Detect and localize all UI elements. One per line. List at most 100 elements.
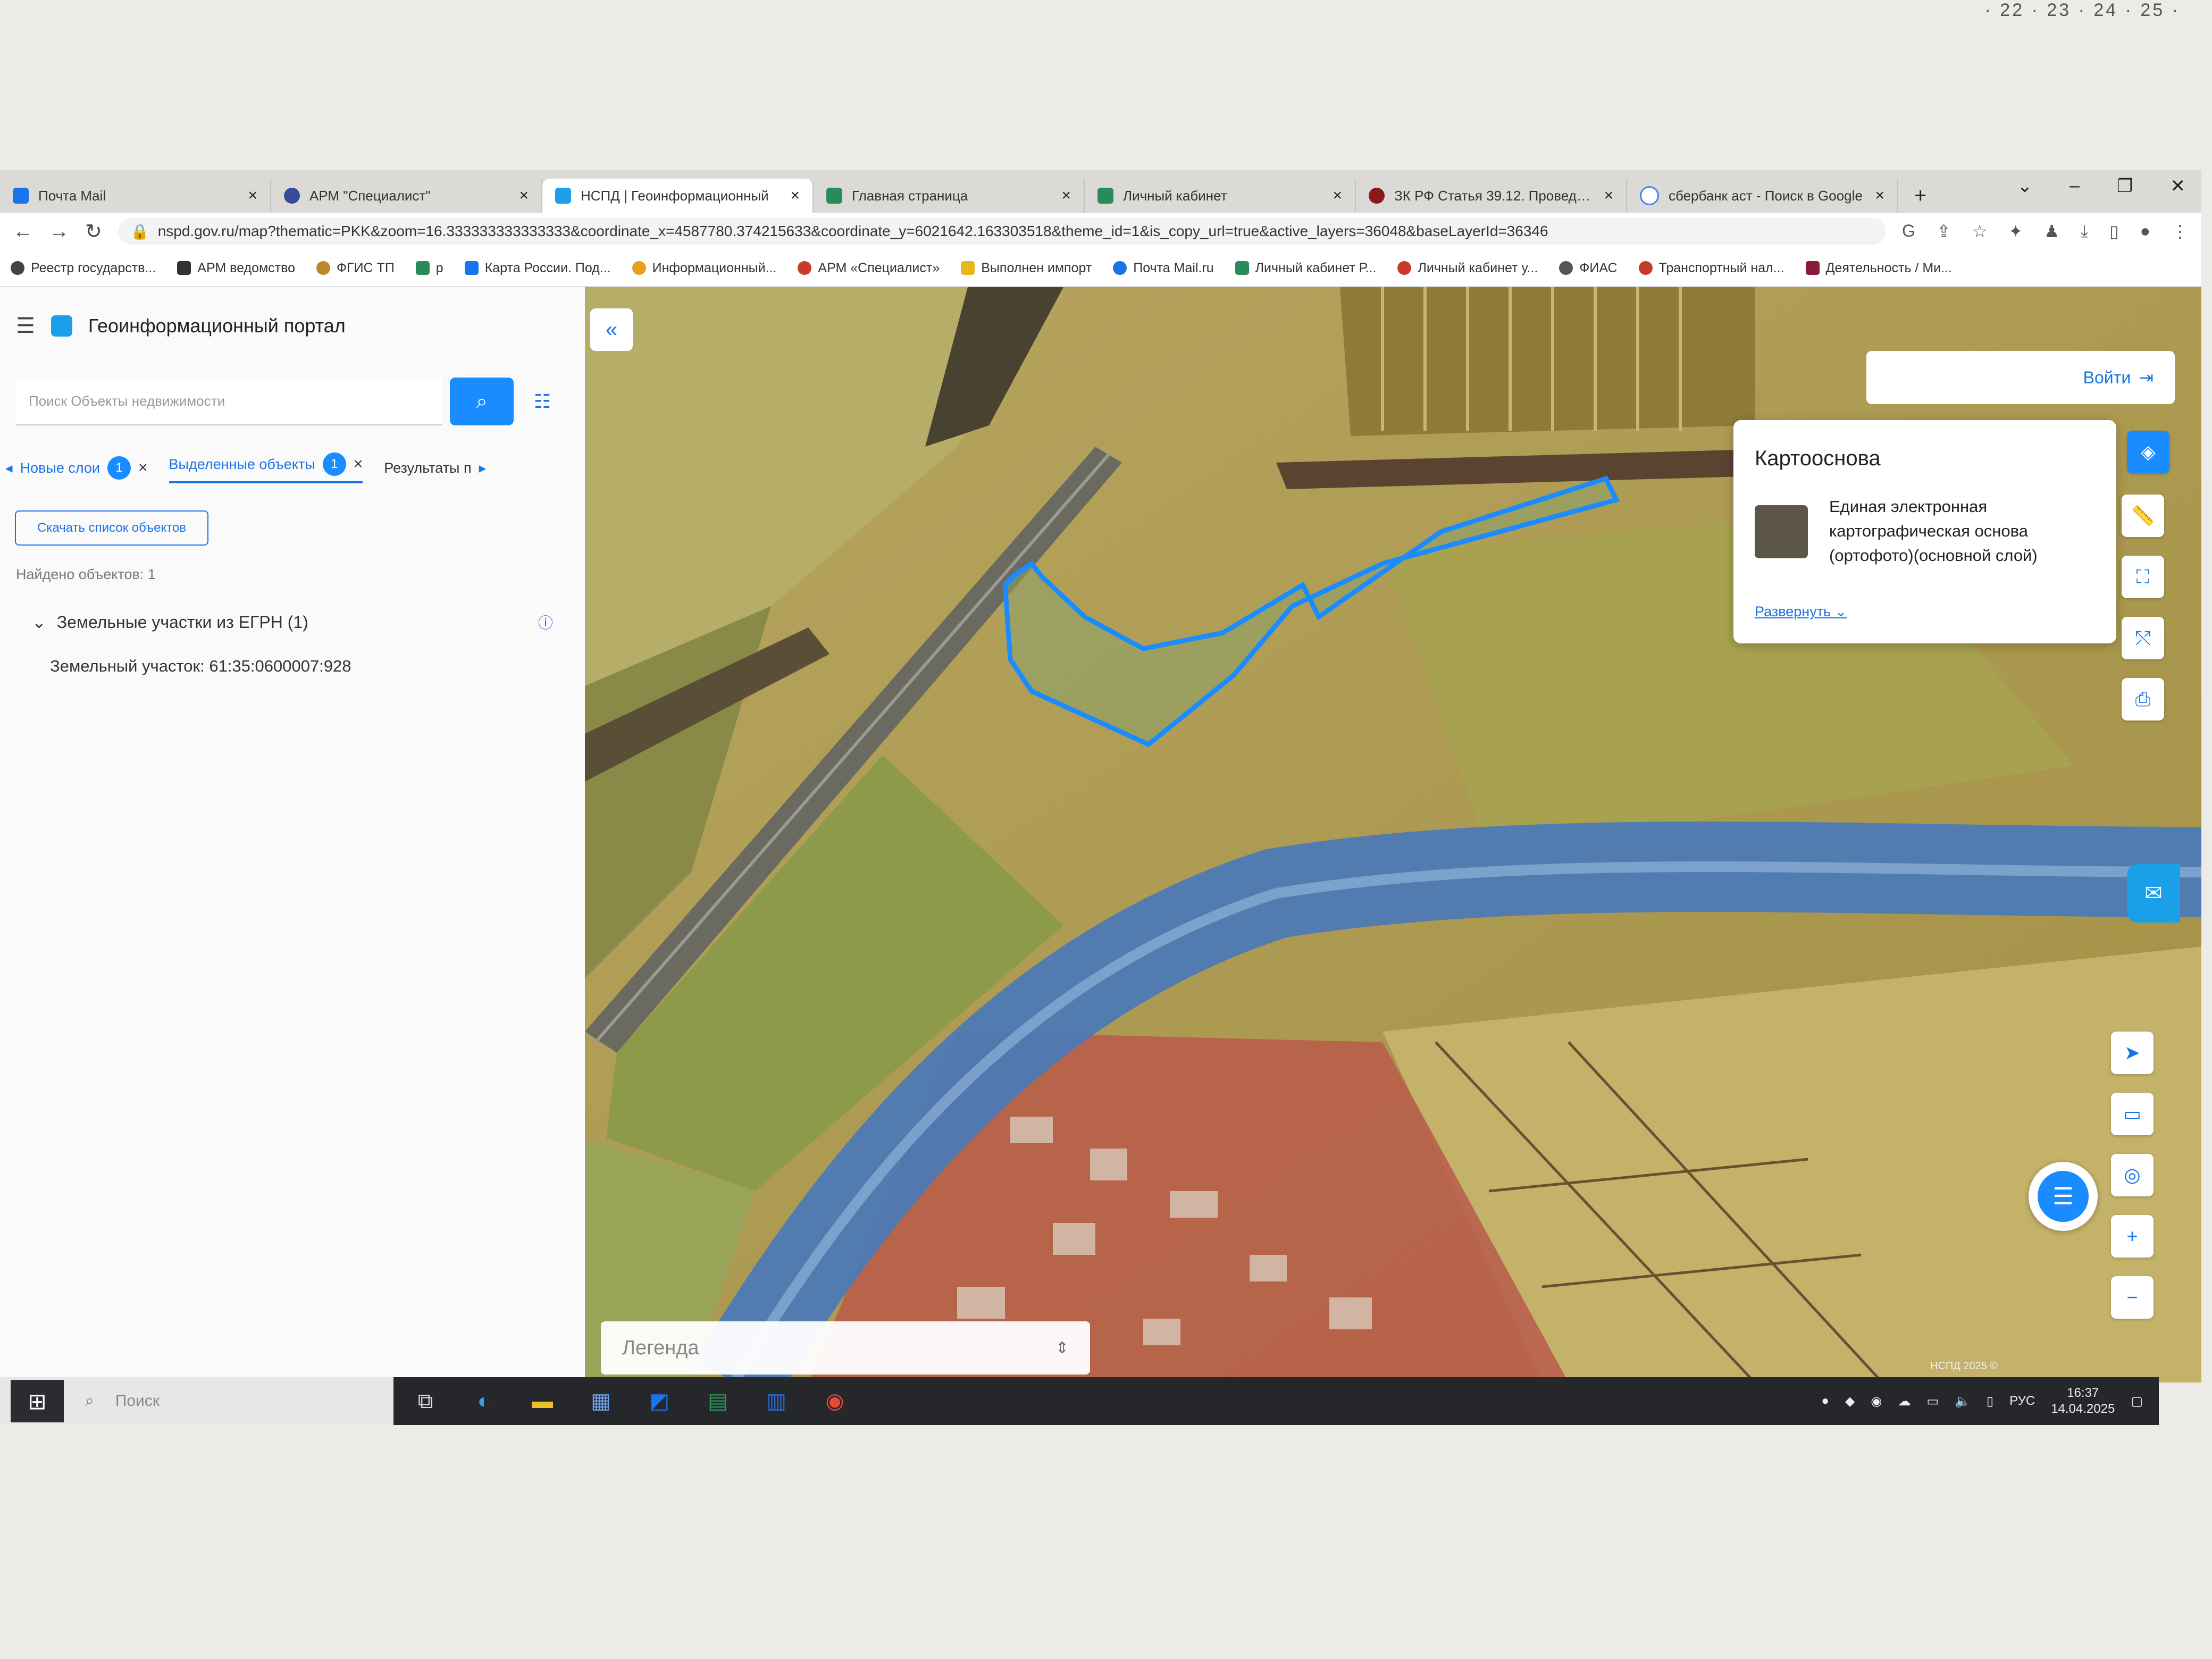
bookmark-item[interactable]: ФИАС: [1559, 261, 1618, 276]
download-list-button[interactable]: Скачать список объектов: [15, 510, 208, 546]
calendar-icon[interactable]: ▦: [585, 1385, 617, 1417]
tab-land-code[interactable]: ЗК РФ Статья 39.12. Проведени ×: [1356, 179, 1627, 213]
menu-icon[interactable]: ☰: [16, 314, 35, 338]
legend-bar[interactable]: Легенда ⇕: [601, 1321, 1090, 1375]
url-field[interactable]: 🔒 nspd.gov.ru/map?thematic=PKK&zoom=16.33…: [118, 218, 1887, 245]
task-view-icon[interactable]: ⧉: [409, 1385, 441, 1417]
google-lens-icon[interactable]: G: [1902, 221, 1915, 241]
new-tab-button[interactable]: +: [1898, 179, 1942, 213]
excel-icon[interactable]: ▤: [702, 1385, 734, 1417]
expand-link[interactable]: Развернуть ⌄: [1755, 604, 1847, 620]
outlook-icon[interactable]: ◩: [643, 1385, 675, 1417]
bookmark-item[interactable]: р: [415, 261, 443, 276]
select-area-button[interactable]: ⛶: [2122, 556, 2164, 598]
tab-selected-objects[interactable]: Выделенные объекты 1 ×: [169, 453, 363, 483]
tab-close-icon[interactable]: ×: [248, 187, 257, 205]
sidebar-toggle-icon[interactable]: ▯: [2109, 221, 2119, 241]
tray-app-icon[interactable]: ☁: [1898, 1394, 1911, 1409]
file-explorer-icon[interactable]: ▬: [526, 1385, 558, 1417]
bookmark-item[interactable]: ФГИС ТП: [316, 261, 395, 276]
bookmark-item[interactable]: Почта Mail.ru: [1113, 261, 1214, 276]
tray-app-icon[interactable]: ◆: [1845, 1394, 1855, 1409]
chevron-down-icon[interactable]: ⌄: [32, 612, 46, 632]
tab-close-icon[interactable]: ×: [1875, 187, 1884, 205]
basemap-tool-button[interactable]: ◈: [2127, 431, 2169, 473]
info-icon[interactable]: ⓘ: [538, 611, 553, 633]
bookmark-item[interactable]: Деятельность / Ми...: [1805, 261, 1952, 276]
login-bar[interactable]: Войти ⇥: [1866, 351, 2175, 404]
share-icon[interactable]: ⇪: [1937, 221, 1951, 241]
search-button[interactable]: ⌕: [450, 378, 514, 425]
forward-icon[interactable]: →: [49, 220, 69, 243]
tab-arm-specialist[interactable]: АРМ "Специалист" ×: [271, 179, 542, 213]
network-icon[interactable]: ▭: [1926, 1394, 1939, 1409]
tab-google-search[interactable]: сбербанк аст - Поиск в Google ×: [1627, 179, 1898, 213]
collapse-sidebar-button[interactable]: «: [590, 308, 633, 351]
basemap-thumbnail[interactable]: [1755, 505, 1808, 558]
tab-search-icon[interactable]: ⌄: [2017, 175, 2033, 197]
scroll-right-icon[interactable]: ▸: [479, 460, 487, 476]
filter-button[interactable]: ☷: [521, 378, 564, 425]
basemap-name[interactable]: Единая электронная картографическая осно…: [1829, 495, 2106, 568]
tray-app-icon[interactable]: ●: [1821, 1394, 1829, 1409]
tab-new-layers[interactable]: ◂ Новые слои 1 ×: [5, 456, 148, 480]
tray-app-icon[interactable]: ◉: [1871, 1394, 1882, 1409]
back-icon[interactable]: ←: [13, 220, 33, 243]
zoom-to-button[interactable]: ◎: [2111, 1154, 2154, 1196]
download-icon[interactable]: ⤓: [2081, 221, 2088, 241]
share-button[interactable]: ⤲: [2122, 617, 2164, 659]
bookmark-item[interactable]: Реестр государств...: [11, 261, 156, 276]
feedback-tab[interactable]: ✉: [2127, 864, 2180, 923]
maximize-icon[interactable]: ❐: [2117, 175, 2133, 197]
reload-icon[interactable]: ↻: [85, 220, 102, 244]
volume-icon[interactable]: 🔈: [1955, 1394, 1971, 1409]
taskbar-search-input[interactable]: Поиск: [115, 1392, 393, 1410]
tab-close-icon[interactable]: ×: [1333, 187, 1342, 205]
chat-button[interactable]: ☰: [2029, 1162, 2098, 1231]
bookmark-item[interactable]: Выполнен импорт: [961, 261, 1092, 276]
close-icon[interactable]: ×: [138, 459, 148, 477]
tab-main-page[interactable]: Главная страница ×: [814, 179, 1085, 213]
result-group[interactable]: ⌄ Земельные участки из ЕГРН (1) ⓘ: [32, 611, 553, 633]
tab-mail[interactable]: Почта Mail ×: [0, 179, 271, 213]
language-indicator[interactable]: РУС: [2009, 1394, 2035, 1409]
minimap-button[interactable]: ▭: [2111, 1093, 2154, 1135]
start-button[interactable]: ⊞: [11, 1380, 64, 1422]
word-icon[interactable]: ▥: [760, 1385, 792, 1417]
close-window-icon[interactable]: ✕: [2171, 175, 2186, 197]
list-item[interactable]: Земельный участок: 61:35:0600007:928: [50, 657, 351, 676]
tab-close-icon[interactable]: ×: [1061, 187, 1071, 205]
clock[interactable]: 16:37 14.04.2025: [2051, 1385, 2115, 1417]
notification-icon[interactable]: ▢: [2131, 1394, 2143, 1409]
chrome-icon[interactable]: ◉: [819, 1385, 851, 1417]
extensions-icon[interactable]: ✦: [2008, 221, 2023, 241]
menu-kebab-icon[interactable]: ⋮: [2172, 221, 2189, 241]
bookmark-item[interactable]: Личный кабинет Р...: [1235, 261, 1376, 276]
bookmark-item[interactable]: Личный кабинет у...: [1397, 261, 1538, 276]
profile-extension-icon[interactable]: ♟: [2044, 221, 2059, 241]
edge-icon[interactable]: ◐: [468, 1385, 500, 1417]
minimize-icon[interactable]: –: [2069, 175, 2080, 197]
close-icon[interactable]: ×: [354, 455, 363, 473]
bookmark-item[interactable]: Информационный...: [632, 261, 776, 276]
bookmark-star-icon[interactable]: ☆: [1972, 221, 1988, 241]
tab-close-icon[interactable]: ×: [790, 187, 800, 205]
tab-results[interactable]: Результаты п ▸: [384, 460, 486, 476]
map-view[interactable]: « Войти ⇥ Картооснова Единая электронная…: [585, 287, 2201, 1382]
zoom-out-button[interactable]: −: [2111, 1276, 2154, 1319]
bookmark-item[interactable]: Транспортный нал...: [1638, 261, 1784, 276]
print-button[interactable]: ⎙: [2122, 678, 2164, 720]
tab-close-icon[interactable]: ×: [1604, 187, 1613, 205]
measure-tool-button[interactable]: 📏: [2122, 495, 2164, 537]
zoom-in-button[interactable]: +: [2111, 1215, 2154, 1258]
battery-icon[interactable]: ▯: [1987, 1394, 1993, 1409]
locate-button[interactable]: ➤: [2111, 1032, 2154, 1074]
tab-nspd[interactable]: НСПД | Геоинформационный ×: [542, 179, 814, 213]
bookmark-item[interactable]: АРМ «Специалист»: [798, 261, 940, 276]
bookmark-item[interactable]: Карта России. Под...: [464, 261, 611, 276]
avatar-icon[interactable]: ●: [2140, 221, 2150, 241]
search-input[interactable]: Поиск Объекты недвижимости: [16, 378, 442, 425]
tab-close-icon[interactable]: ×: [519, 187, 529, 205]
scroll-left-icon[interactable]: ◂: [5, 460, 13, 476]
tab-personal-cabinet[interactable]: Личный кабинет ×: [1085, 179, 1356, 213]
